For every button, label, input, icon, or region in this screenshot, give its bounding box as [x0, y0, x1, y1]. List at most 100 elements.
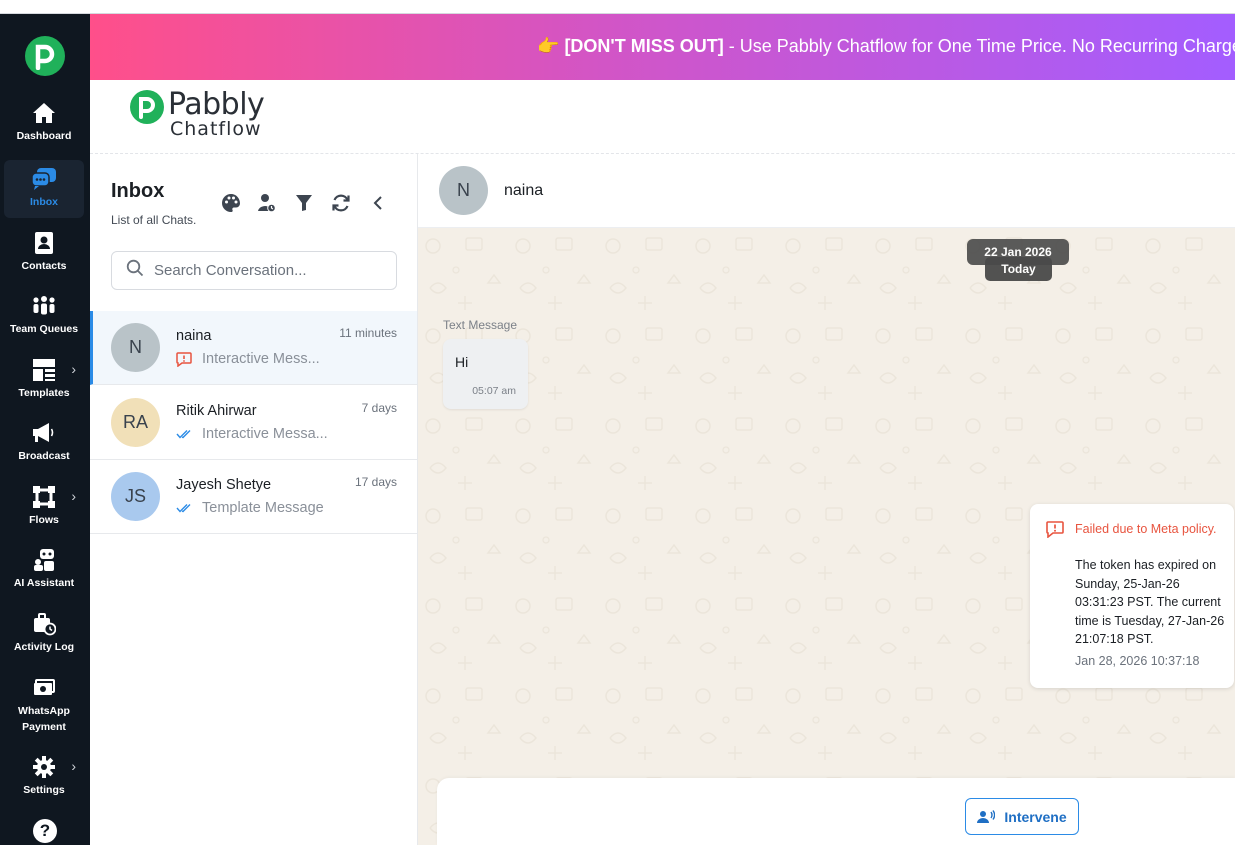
sidebar-item-broadcast[interactable]: Broadcast	[4, 414, 84, 472]
brand-product: Chatflow	[170, 118, 262, 140]
incoming-message-bubble[interactable]: Hi 05:07 am	[443, 339, 528, 409]
sidebar-item-label: Inbox	[30, 196, 58, 208]
today-separator: Today	[985, 257, 1052, 281]
composer-area: Intervene	[437, 778, 1235, 845]
message-type-label: Text Message	[443, 318, 518, 332]
brand-logo[interactable]: Pabbly Chatflow	[130, 90, 265, 140]
money-icon	[31, 675, 57, 701]
double-check-icon	[176, 429, 196, 439]
collapse-chevron-left-icon[interactable]	[367, 192, 389, 214]
flow-icon	[31, 484, 57, 510]
intervene-icon	[977, 809, 996, 824]
failed-message-bubble[interactable]: Failed due to Meta policy. The token has…	[1030, 504, 1234, 688]
sidebar-item-label: Dashboard	[16, 130, 72, 142]
inbox-panel: Inbox List of all Chats. N naina 11 minu…	[90, 154, 418, 845]
search-box[interactable]	[111, 251, 397, 290]
chat-bubbles-icon	[31, 166, 57, 192]
chat-time: 17 days	[354, 475, 397, 489]
chat-contact-name: naina	[176, 328, 212, 344]
promo-banner-text: 👉 [DON'T MISS OUT] - Use Pabbly Chatflow…	[537, 36, 1235, 57]
sidebar-item-team-queues[interactable]: Team Queues	[4, 287, 84, 345]
team-icon	[31, 293, 57, 319]
promo-banner-message: - Use Pabbly Chatflow for One Time Price…	[723, 36, 1235, 56]
chevron-right-icon: ›	[71, 361, 76, 377]
sidebar-item-settings[interactable]: Settings ›	[4, 748, 84, 806]
sidebar-item-dashboard[interactable]: Dashboard	[4, 94, 84, 152]
assign-user-icon[interactable]	[256, 192, 278, 214]
failed-alert-icon	[1046, 521, 1064, 543]
chat-preview-text: Template Message	[202, 500, 324, 516]
home-icon	[31, 100, 57, 126]
sidebar-item-ai-assistant[interactable]: AI Assistant	[4, 541, 84, 599]
avatar-initials: RA	[122, 412, 148, 432]
sidebar-item-label: AI Assistant	[13, 577, 75, 589]
pointing-hand-icon: 👉	[537, 36, 560, 56]
filter-icon[interactable]	[293, 192, 315, 214]
avatar-initials: N	[129, 337, 142, 357]
message-time: 05:07 am	[472, 385, 516, 397]
inbox-subtitle: List of all Chats.	[111, 213, 197, 227]
robot-icon	[31, 547, 57, 573]
avatar[interactable]: N	[439, 166, 488, 215]
help-icon[interactable]: ?	[33, 819, 57, 843]
help-glyph: ?	[39, 821, 51, 840]
chat-time: 11 minutes	[339, 326, 397, 340]
contact-card-icon	[31, 230, 57, 256]
sidebar-item-label: WhatsApp Payment	[18, 705, 70, 733]
brand-wordmark: Pabbly Chatflow	[168, 90, 265, 140]
briefcase-clock-icon	[31, 611, 57, 637]
gear-icon	[31, 754, 57, 780]
conversation-contact-name: naina	[504, 182, 544, 199]
failed-alert-icon	[176, 351, 196, 367]
double-check-icon	[176, 503, 196, 513]
sidebar-item-templates[interactable]: Templates ›	[4, 351, 84, 409]
chat-contact-name: Jayesh Shetye	[176, 477, 272, 493]
pabbly-logo-icon	[130, 90, 164, 124]
sidebar-item-whatsapp-payment[interactable]: WhatsApp Payment	[4, 669, 84, 739]
chat-preview-text: Interactive Messa...	[202, 426, 328, 442]
sidebar-item-label: Contacts	[21, 260, 67, 272]
sidebar-item-label: Team Queues	[9, 323, 79, 335]
intervene-button[interactable]: Intervene	[965, 798, 1079, 835]
chat-list-item[interactable]: JS Jayesh Shetye 17 days Template Messag…	[90, 460, 417, 534]
chevron-right-icon: ›	[71, 758, 76, 774]
sidebar: Dashboard Inbox Contacts Team Queues Tem…	[0, 14, 90, 845]
sidebar-item-label: Templates	[18, 387, 70, 399]
intervene-label: Intervene	[1004, 808, 1067, 825]
avatar: JS	[111, 472, 160, 521]
sidebar-item-flows[interactable]: Flows ›	[4, 478, 84, 536]
sidebar-item-label: Flows	[29, 514, 59, 526]
template-icon	[31, 357, 57, 383]
chat-list-item[interactable]: RA Ritik Ahirwar 7 days Interactive Mess…	[90, 386, 417, 460]
failed-message-detail: The token has expired on Sunday, 25-Jan-…	[1075, 558, 1225, 646]
avatar: RA	[111, 398, 160, 447]
chat-preview-text: Interactive Mess...	[202, 351, 320, 367]
sidebar-item-activity-log[interactable]: Activity Log	[4, 605, 84, 663]
chevron-right-icon: ›	[71, 488, 76, 504]
window-top-edge	[0, 0, 1235, 14]
sidebar-item-inbox[interactable]: Inbox	[4, 160, 84, 218]
avatar: N	[111, 323, 160, 372]
search-icon	[126, 259, 144, 282]
conversation-header: N naina	[418, 154, 1235, 228]
brand-header: Pabbly Chatflow	[90, 80, 1235, 154]
search-input[interactable]	[154, 262, 384, 279]
failed-message-title: Failed due to Meta policy.	[1075, 522, 1217, 536]
sidebar-item-label: Broadcast	[18, 450, 70, 462]
chat-preview: Interactive Messa...	[176, 426, 328, 442]
chat-preview: Interactive Mess...	[176, 351, 320, 367]
sidebar-item-label: Settings	[23, 784, 65, 796]
sidebar-item-contacts[interactable]: Contacts	[4, 224, 84, 282]
chat-preview: Template Message	[176, 500, 324, 516]
chat-list-item[interactable]: N naina 11 minutes Interactive Mess...	[90, 311, 417, 385]
pabbly-logo-icon[interactable]	[25, 36, 65, 76]
chat-contact-name: Ritik Ahirwar	[176, 403, 257, 419]
promo-banner[interactable]: 👉 [DON'T MISS OUT] - Use Pabbly Chatflow…	[90, 14, 1235, 80]
palette-icon[interactable]	[220, 192, 242, 214]
avatar-initials: N	[457, 180, 470, 200]
refresh-icon[interactable]	[330, 192, 352, 214]
avatar-initials: JS	[124, 486, 146, 506]
failed-message-timestamp: Jan 28, 2026 10:37:18	[1075, 654, 1200, 668]
chat-time: 7 days	[361, 401, 397, 415]
conversation-body[interactable]: 22 Jan 2026 Today Text Message Hi 05:07 …	[418, 228, 1235, 845]
